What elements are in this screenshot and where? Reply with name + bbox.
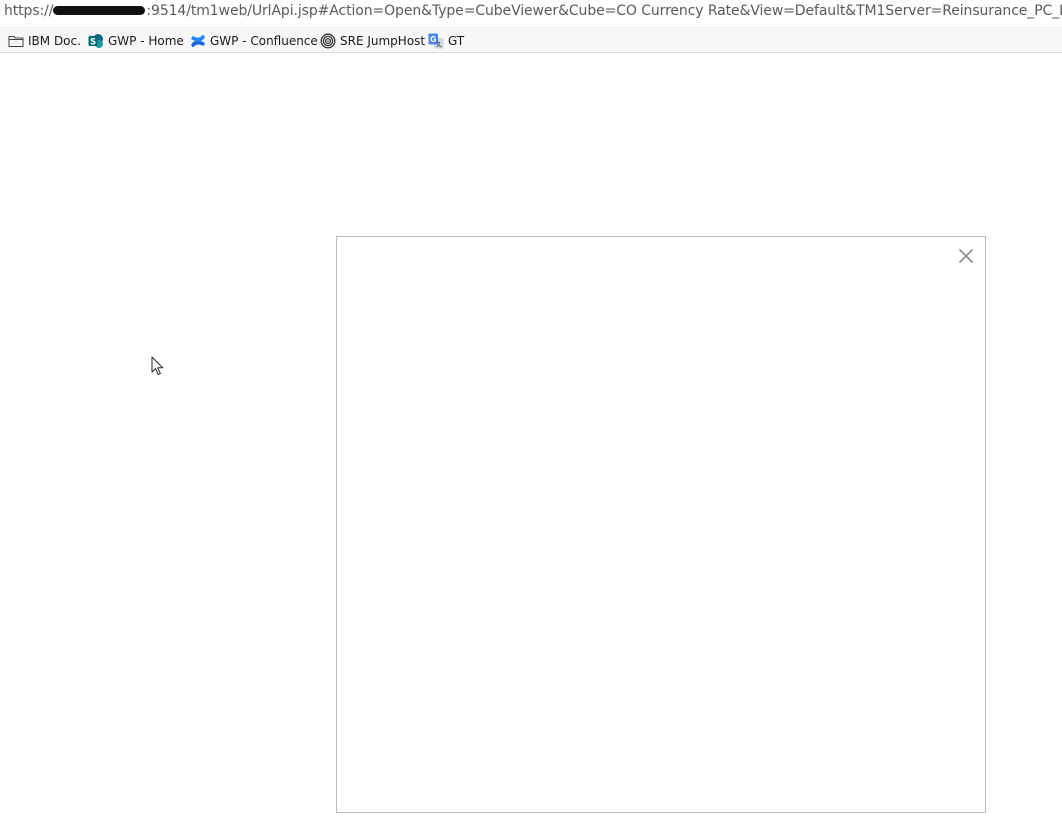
- confluence-icon: [190, 33, 206, 49]
- bookmarks-bar: IBM Doc. S GWP - Home GWP - Confluence S…: [0, 27, 1062, 53]
- bookmark-gwp-home[interactable]: S GWP - Home: [88, 31, 184, 51]
- folder-icon: [8, 33, 24, 49]
- bookmark-label: SRE JumpHost: [340, 34, 426, 48]
- url-rest: :9514/tm1web/UrlApi.jsp#Action=Open&Type…: [146, 3, 1062, 19]
- bookmark-sre-jumphost[interactable]: SRE JumpHost: [320, 31, 425, 51]
- url-protocol: https://: [4, 3, 54, 19]
- bookmark-label: GWP - Confluence: [210, 34, 318, 48]
- close-icon[interactable]: [957, 247, 975, 265]
- translate-icon: G: [428, 33, 444, 49]
- url-text[interactable]: https:// :9514/tm1web/UrlApi.jsp#Action=O…: [4, 3, 1062, 19]
- modal-dialog: [336, 236, 986, 813]
- bookmark-gwp-confluence[interactable]: GWP - Confluence: [190, 31, 318, 51]
- bookmark-label: IBM Doc.: [28, 34, 81, 48]
- bookmark-gt[interactable]: G GT: [428, 31, 464, 51]
- svg-text:S: S: [90, 37, 96, 47]
- svg-text:G: G: [430, 35, 436, 44]
- bookmark-label: GWP - Home: [108, 34, 184, 48]
- sharepoint-icon: S: [88, 33, 104, 49]
- mouse-pointer-icon: [151, 356, 165, 376]
- bookmark-label: GT: [448, 34, 465, 48]
- url-redaction: [53, 5, 146, 15]
- spiral-icon: [320, 33, 336, 49]
- address-bar[interactable]: https:// :9514/tm1web/UrlApi.jsp#Action=O…: [0, 0, 1062, 27]
- bookmark-ibm-doc[interactable]: IBM Doc.: [8, 31, 81, 51]
